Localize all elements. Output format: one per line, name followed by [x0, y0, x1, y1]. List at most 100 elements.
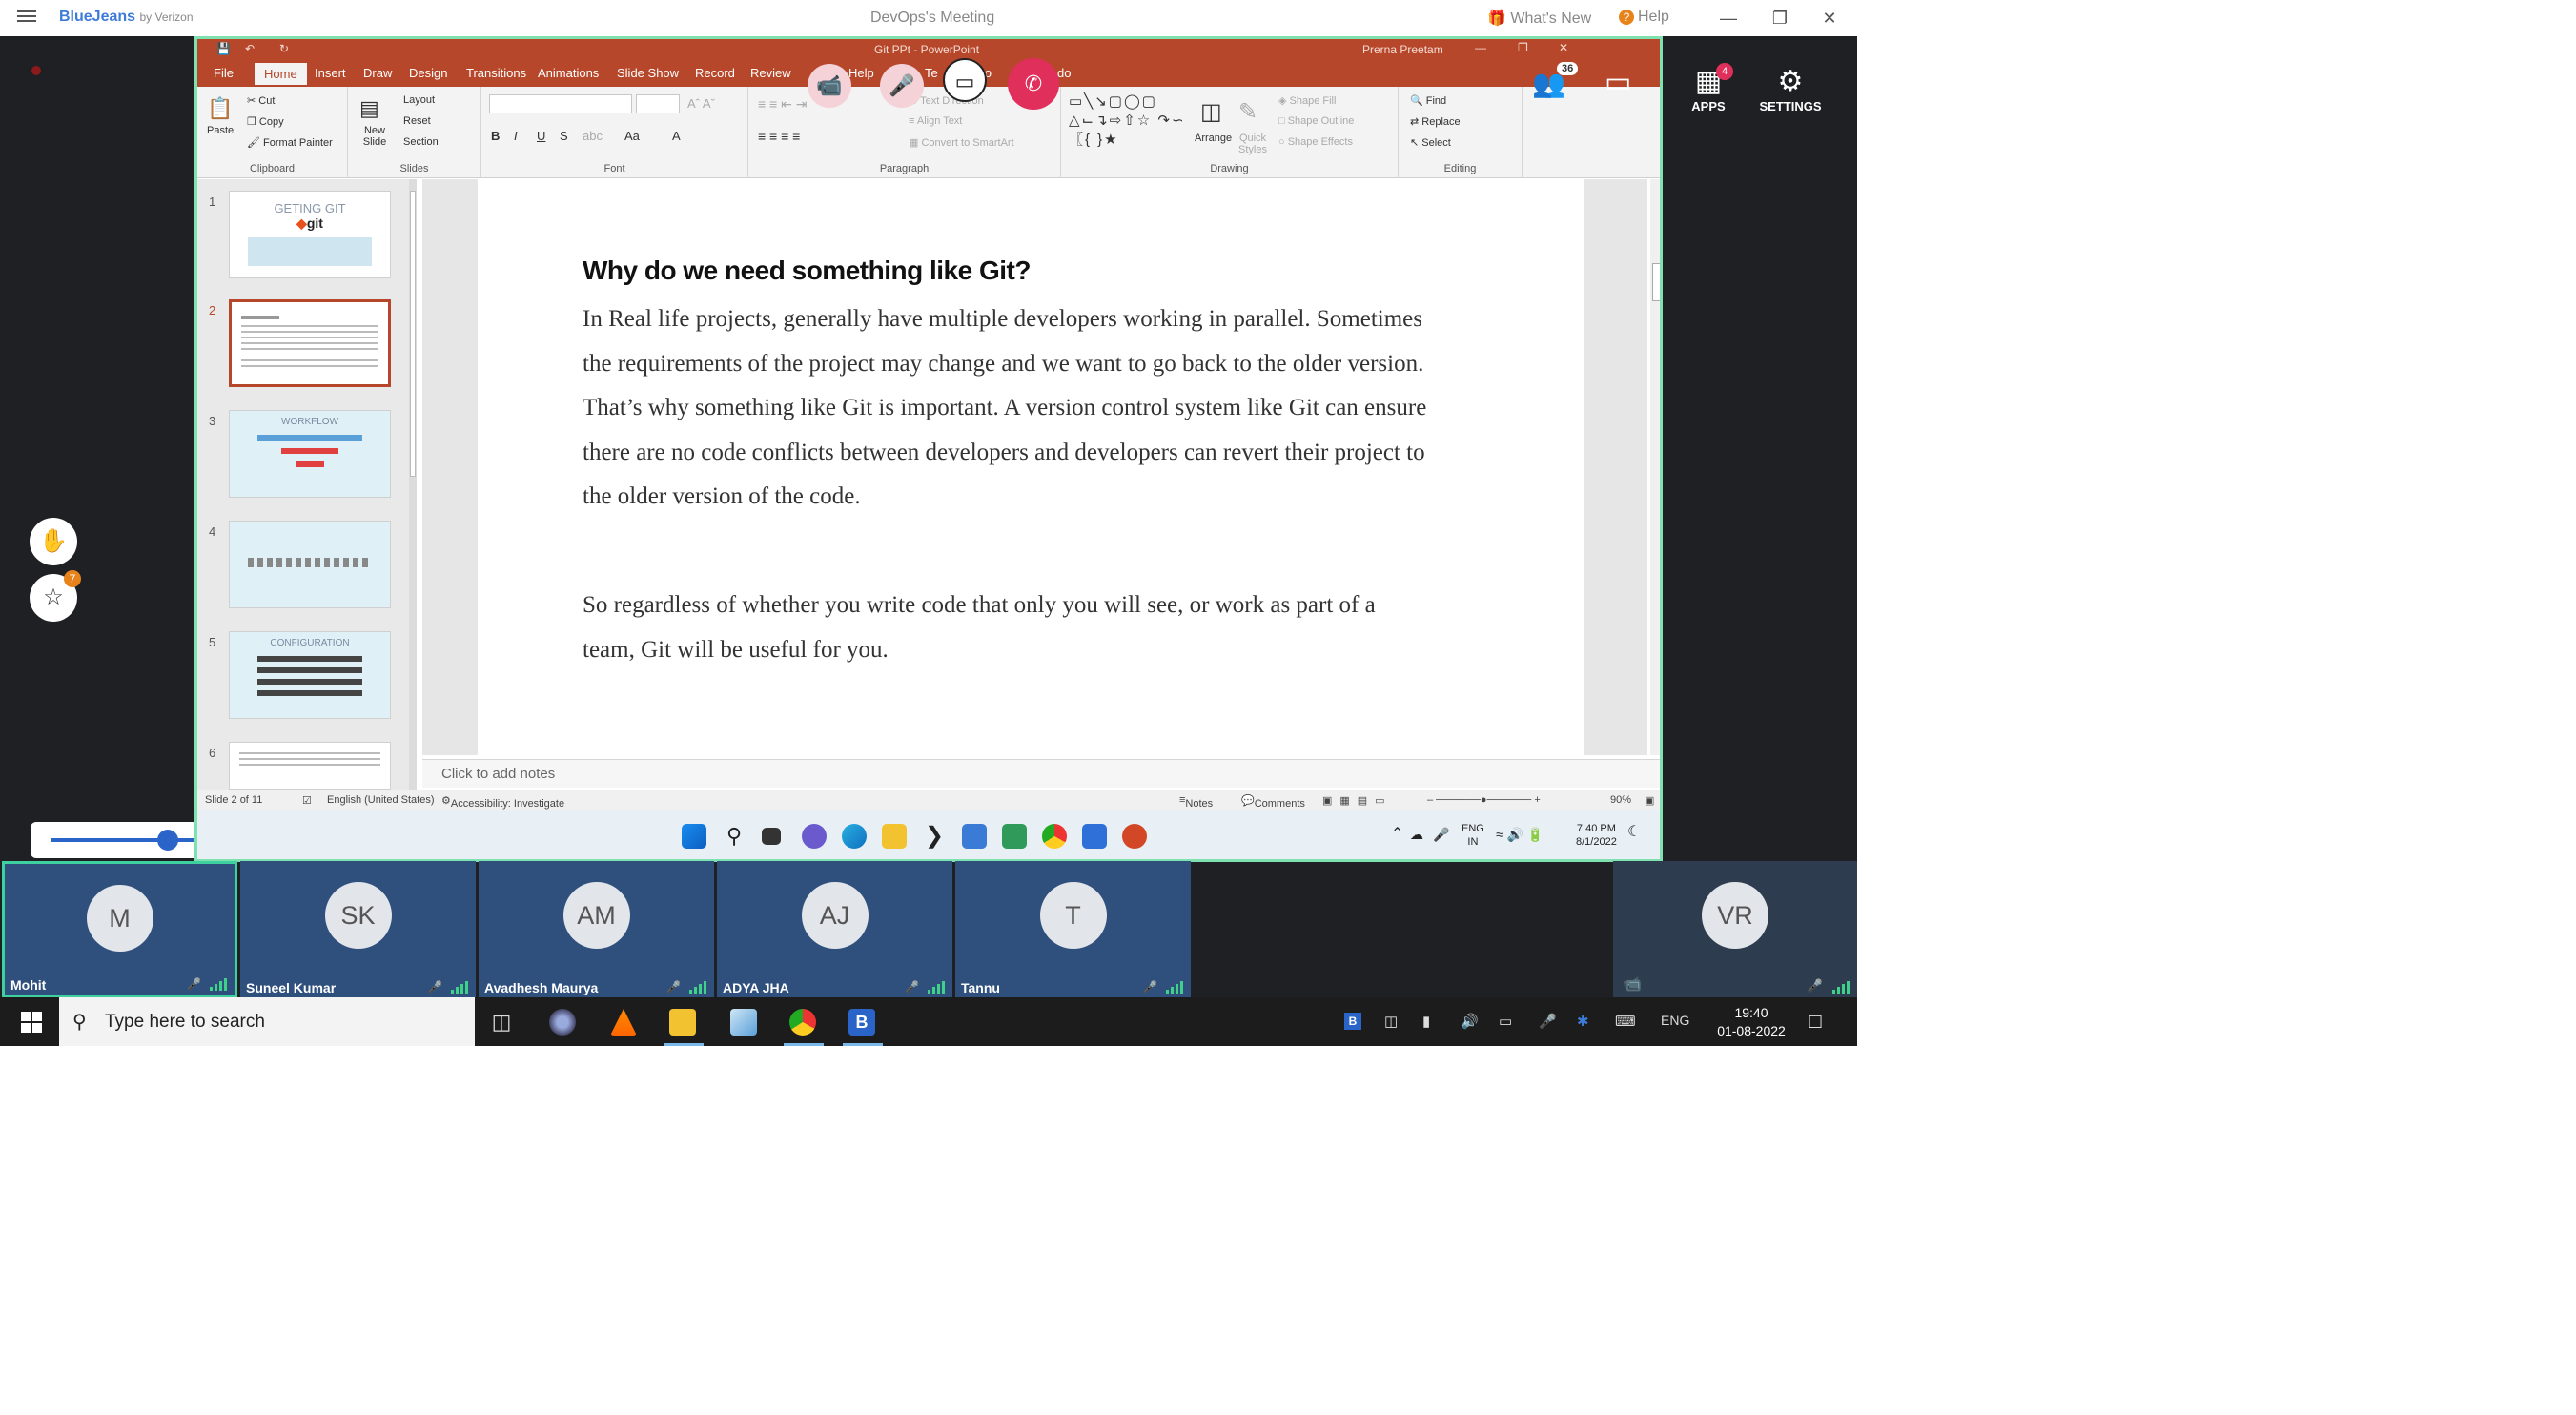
help-button[interactable]: ? Help	[1619, 9, 1669, 26]
tab-review[interactable]: Review	[750, 66, 791, 80]
comments-toggle[interactable]: 💬 Comments	[1241, 794, 1305, 810]
raise-hand-button[interactable]: ✋	[30, 518, 77, 565]
keyboard-icon[interactable]: ⌨	[1615, 1013, 1636, 1030]
participant-tile[interactable]: AM Avadhesh Maurya 🎤	[479, 861, 714, 997]
app-icon[interactable]	[1002, 824, 1027, 849]
select-button[interactable]: ↖ Select	[1410, 136, 1451, 149]
onedrive-icon[interactable]: ☁	[1410, 828, 1423, 841]
screen-share-button[interactable]: ▭	[943, 58, 987, 102]
slide-scrollbar[interactable]	[1650, 179, 1660, 755]
slide-paragraph-2[interactable]: So regardless of whether you write code …	[583, 584, 1431, 672]
chrome-icon[interactable]	[789, 1009, 816, 1036]
notepad-icon[interactable]	[730, 1009, 757, 1036]
shape-outline-button[interactable]: □ Shape Outline	[1278, 115, 1354, 127]
task-view-icon[interactable]	[762, 828, 781, 845]
meet-now-icon[interactable]: ◫	[1384, 1013, 1398, 1030]
participant-tile[interactable]: T Tannu 🎤	[955, 861, 1191, 997]
search-icon[interactable]: ⚲	[722, 824, 746, 849]
settings-button[interactable]: ⚙ SETTINGS	[1752, 65, 1829, 113]
strikethrough-button[interactable]: abc	[583, 129, 603, 143]
battery-icon[interactable]: ▮	[1422, 1013, 1430, 1030]
chat-app-icon[interactable]	[802, 824, 827, 849]
system-clock[interactable]: 19:40 01-08-2022	[1708, 1004, 1794, 1040]
tab-draw[interactable]: Draw	[363, 66, 392, 80]
notification-icon[interactable]: ☾	[1627, 825, 1641, 840]
quick-styles-button[interactable]: Quick Styles	[1238, 133, 1267, 155]
replace-button[interactable]: ⇄ Replace	[1410, 115, 1461, 128]
language-status[interactable]: English (United States)	[327, 794, 435, 806]
vlc-icon[interactable]	[610, 1009, 637, 1036]
notes-toggle[interactable]: ≡ Notes	[1179, 794, 1213, 810]
cut-button[interactable]: ✂ Cut	[247, 94, 275, 107]
view-buttons[interactable]: ▣▦▤▭	[1322, 794, 1393, 807]
bold-button[interactable]: B	[491, 129, 500, 143]
align-icons[interactable]: ≡ ≡ ≡ ≡	[758, 129, 800, 144]
participants-button[interactable]: 👥 36	[1532, 62, 1579, 99]
tab-animations[interactable]: Animations	[538, 66, 599, 80]
restore-button[interactable]: ❐	[1766, 4, 1794, 32]
hamburger-menu-icon[interactable]	[17, 8, 36, 27]
participant-tile[interactable]: M Mohit 🎤	[2, 861, 237, 997]
slide-thumbnail-2[interactable]	[229, 299, 391, 387]
accessibility-status[interactable]: ⚙ Accessibility: Investigate	[441, 794, 564, 810]
highlight-button[interactable]: ☆ 7	[30, 570, 81, 622]
remote-clock[interactable]: 7:40 PM 8/1/2022	[1576, 822, 1617, 849]
close-button[interactable]: ✕	[1815, 4, 1844, 32]
notes-pane[interactable]: Click to add notes	[422, 759, 1660, 788]
leave-meeting-button[interactable]: ✆	[1008, 58, 1059, 110]
windows-start-icon[interactable]	[682, 824, 706, 849]
mic-icon[interactable]: 🎤	[1433, 828, 1449, 841]
shape-effects-button[interactable]: ○ Shape Effects	[1278, 136, 1353, 148]
outlook-icon[interactable]	[1082, 824, 1107, 849]
arrange-button[interactable]: Arrange	[1195, 133, 1232, 144]
network-icon[interactable]: ▭	[1499, 1013, 1512, 1030]
zoom-slider-track[interactable]	[51, 838, 214, 842]
terminal-icon[interactable]: ❯	[922, 824, 947, 849]
windows-start-button[interactable]	[21, 1012, 42, 1033]
italic-button[interactable]: I	[514, 129, 518, 143]
tab-slide-show[interactable]: Slide Show	[617, 66, 679, 80]
shadow-button[interactable]: S	[560, 129, 568, 143]
whats-new-button[interactable]: 🎁 What's New	[1487, 9, 1591, 28]
participant-tile[interactable]: AJ ADYA JHA 🎤	[717, 861, 952, 997]
underline-button[interactable]: U	[537, 129, 545, 143]
bullets-icon[interactable]: ≡ ≡ ⇤ ⇥	[758, 96, 807, 113]
zoom-slider-knob[interactable]	[157, 830, 178, 851]
find-button[interactable]: 🔍 Find	[1410, 94, 1446, 107]
apps-button[interactable]: ▦ 4 APPS	[1670, 63, 1747, 113]
edge-icon[interactable]	[842, 824, 867, 849]
minimize-button[interactable]: —	[1714, 4, 1743, 32]
shape-fill-button[interactable]: ◈ Shape Fill	[1278, 94, 1336, 107]
chat-button[interactable]: ▭	[1605, 66, 1631, 99]
volume-icon[interactable]: 🔊	[1461, 1013, 1479, 1030]
participant-tile[interactable]: SK Suneel Kumar 🎤	[240, 861, 476, 997]
remote-language[interactable]: ENG IN	[1462, 822, 1484, 849]
bluetooth-icon[interactable]: ✱	[1577, 1013, 1589, 1030]
reset-button[interactable]: Reset	[403, 115, 431, 127]
task-view-icon[interactable]: ◫	[488, 1009, 515, 1036]
font-size-box[interactable]	[636, 94, 680, 113]
slide-thumbnail-4[interactable]	[229, 521, 391, 608]
current-slide[interactable]: Why do we need something like Git? In Re…	[478, 179, 1584, 755]
bluejeans-tray-icon[interactable]: B	[1344, 1013, 1361, 1030]
copy-button[interactable]: ❐ Copy	[247, 115, 284, 128]
powerpoint-icon[interactable]	[1122, 824, 1147, 849]
format-painter-button[interactable]: 🖌 Format Painter	[247, 136, 333, 149]
paste-button[interactable]: Paste	[207, 125, 234, 136]
font-name-box[interactable]	[489, 94, 632, 113]
zoom-level[interactable]: 90%	[1610, 794, 1631, 806]
tab-file[interactable]: File	[214, 66, 234, 80]
chrome-icon[interactable]	[1042, 824, 1067, 849]
slide-thumbnail-6[interactable]	[229, 742, 391, 790]
app-icon[interactable]	[549, 1009, 576, 1036]
slide-thumbnail-5[interactable]: CONFIGURATION	[229, 631, 391, 719]
slide-thumbnail-1[interactable]: GETING GIT ◆git	[229, 191, 391, 278]
tab-home[interactable]: Home	[255, 63, 307, 85]
change-case-button[interactable]: Aa	[624, 129, 640, 143]
self-view-tile[interactable]: VR 📹 🎤	[1613, 861, 1857, 997]
video-off-button[interactable]: 📹	[808, 64, 851, 108]
wifi-volume-battery-icons[interactable]: ≈ 🔊 🔋	[1496, 828, 1544, 841]
convert-smartart-button[interactable]: ▦ Convert to SmartArt	[909, 136, 1014, 149]
slide-thumbnail-3[interactable]: WORKFLOW	[229, 410, 391, 498]
layout-button[interactable]: Layout	[403, 94, 435, 106]
